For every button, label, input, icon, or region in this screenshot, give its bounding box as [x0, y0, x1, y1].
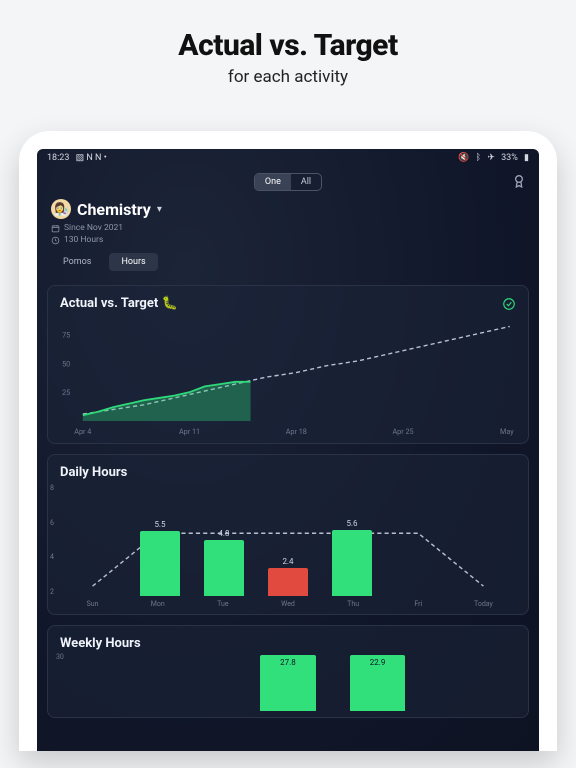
- card-daily-hours: Daily Hours 86425.54.82.45.6 SunMonTueWe…: [47, 454, 529, 615]
- award-icon[interactable]: [511, 173, 527, 189]
- tab-pomos[interactable]: Pomos: [51, 253, 103, 271]
- bar-week-0: [64, 655, 154, 711]
- chart-daily-hours: 86425.54.82.45.6: [60, 484, 516, 596]
- scope-toggle[interactable]: One All: [254, 173, 322, 191]
- metric-tabs: Pomos Hours: [51, 253, 525, 271]
- battery-label: 33%: [501, 153, 518, 163]
- airplane-icon: ✈: [487, 153, 495, 163]
- bar-day-thu: 5.6: [320, 484, 384, 596]
- svg-text:Apr 11: Apr 11: [179, 427, 200, 436]
- clock-icon: [51, 236, 60, 245]
- svg-text:May 2: May 2: [500, 427, 516, 436]
- scope-all[interactable]: All: [291, 174, 321, 190]
- total-hours-label: 130 Hours: [64, 235, 103, 245]
- status-left-icons: ▧ N N •: [76, 153, 107, 163]
- card-actual-vs-target: Actual vs. Target 🐛 25 50 75 Apr 4 Apr 11 Apr…: [47, 285, 529, 444]
- bar-week-4: [422, 655, 512, 711]
- chart-weekly-hours: 3027.822.9: [60, 655, 516, 711]
- status-bar: 18:23 ▧ N N • 🔇 ᛒ ✈ 33% ▮: [37, 149, 539, 167]
- svg-text:Apr 25: Apr 25: [392, 427, 413, 436]
- card-title-actual: Actual vs. Target 🐛: [60, 296, 178, 311]
- volume-off-icon: 🔇: [458, 153, 469, 163]
- bar-day-wed: 2.4: [256, 484, 320, 596]
- svg-text:Apr 4: Apr 4: [74, 427, 91, 436]
- bar-day-tue: 4.8: [192, 484, 256, 596]
- card-title-daily: Daily Hours: [60, 465, 516, 480]
- bar-day-today: [448, 484, 512, 596]
- card-title-weekly: Weekly Hours: [60, 636, 516, 651]
- svg-text:75: 75: [62, 331, 70, 340]
- activity-avatar: 👩‍🔬: [51, 199, 71, 219]
- promo-subtitle: for each activity: [228, 67, 348, 87]
- battery-icon: ▮: [524, 153, 529, 163]
- bar-day-sun: [64, 484, 128, 596]
- check-circle-icon: [502, 297, 516, 311]
- bar-day-fri: [384, 484, 448, 596]
- total-hours-row: 130 Hours: [51, 235, 525, 245]
- svg-text:Apr 18: Apr 18: [286, 427, 307, 436]
- app-screen: 18:23 ▧ N N • 🔇 ᛒ ✈ 33% ▮ One All: [37, 149, 539, 751]
- calendar-icon: [51, 224, 60, 233]
- bar-week-1: [154, 655, 244, 711]
- bar-week-3: 22.9: [333, 655, 423, 711]
- daily-x-labels: SunMonTueWedThuFriToday: [60, 600, 516, 608]
- promo-title: Actual vs. Target: [178, 28, 397, 63]
- bar-week-2: 27.8: [243, 655, 333, 711]
- bar-day-mon: 5.5: [128, 484, 192, 596]
- card-weekly-hours: Weekly Hours 3027.822.9: [47, 625, 529, 718]
- tab-hours[interactable]: Hours: [109, 253, 157, 271]
- activity-selector[interactable]: 👩‍🔬 Chemistry ▾: [51, 199, 525, 219]
- scope-one[interactable]: One: [255, 174, 291, 190]
- bluetooth-icon: ᛒ: [476, 153, 481, 163]
- chevron-down-icon: ▾: [157, 204, 162, 215]
- svg-text:25: 25: [62, 388, 70, 397]
- status-time: 18:23: [47, 153, 69, 163]
- chart-actual-vs-target: 25 50 75 Apr 4 Apr 11 Apr 18 Apr 25 May 2: [60, 317, 516, 437]
- activity-name: Chemistry: [77, 200, 151, 219]
- tablet-frame: 18:23 ▧ N N • 🔇 ᛒ ✈ 33% ▮ One All: [19, 131, 557, 751]
- svg-text:50: 50: [62, 359, 70, 368]
- since-label: Since Nov 2021: [64, 223, 123, 233]
- since-row: Since Nov 2021: [51, 223, 525, 233]
